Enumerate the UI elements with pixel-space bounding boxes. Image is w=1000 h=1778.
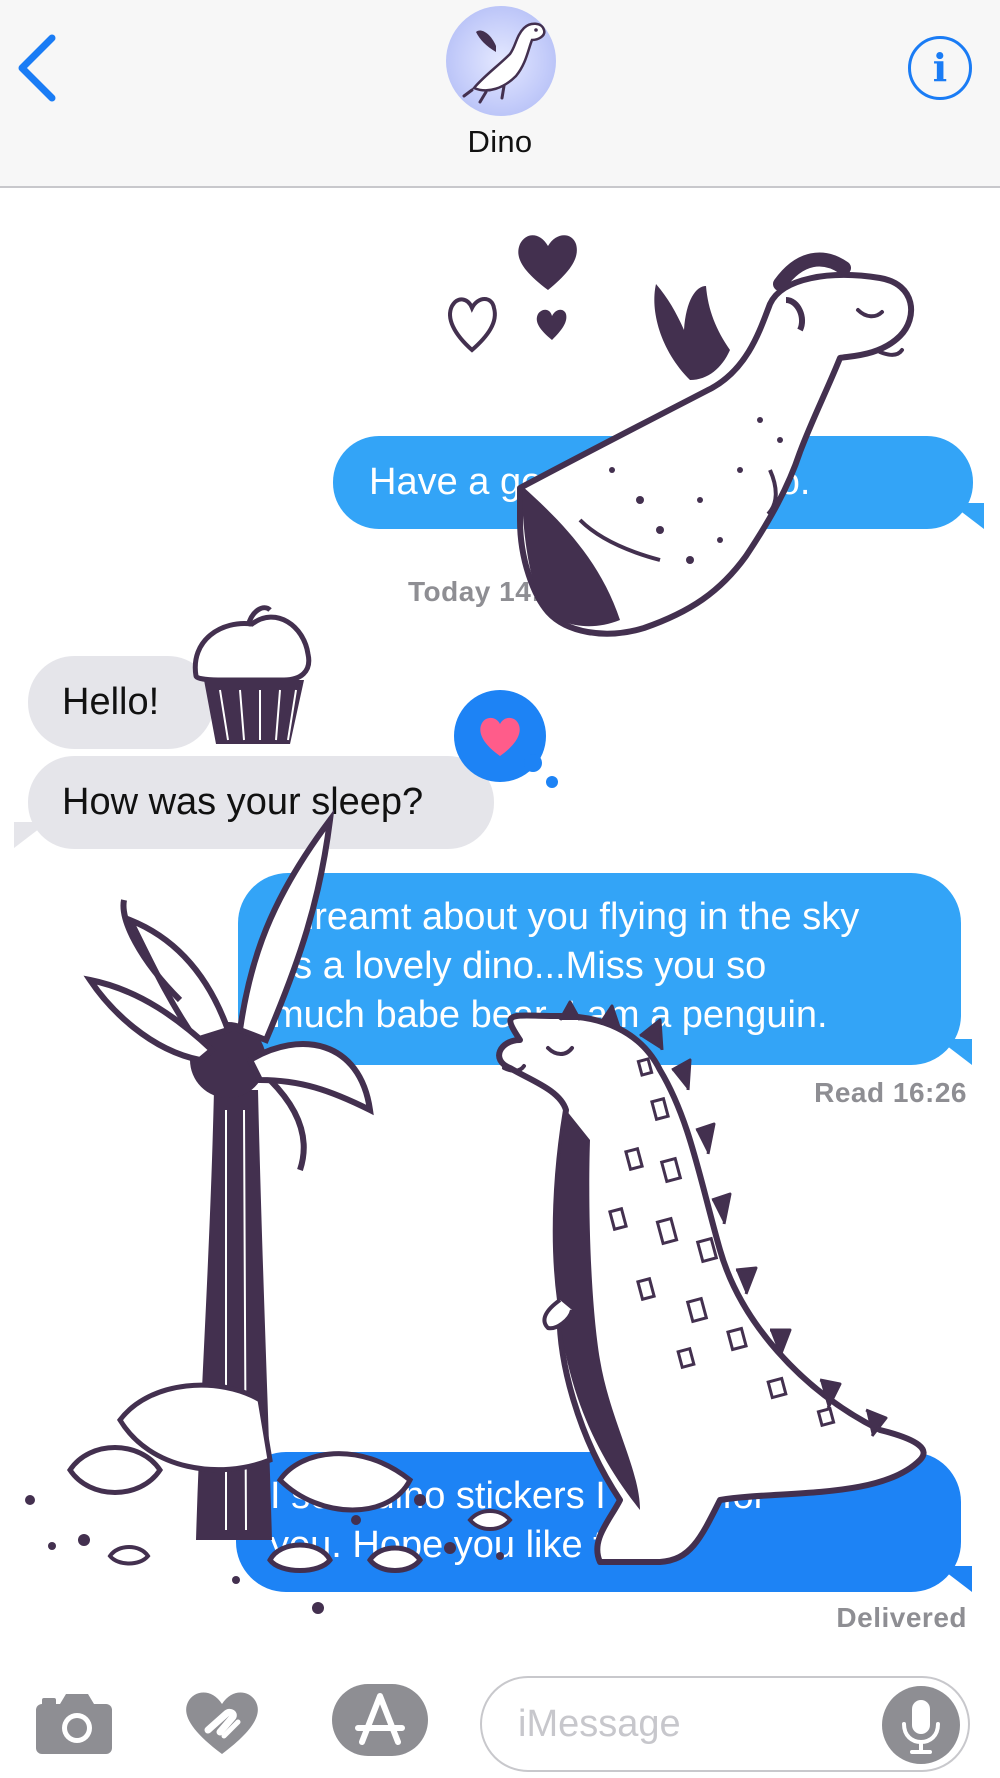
info-icon: i [932,45,948,90]
camera-button[interactable] [34,1692,114,1756]
message-composer [0,1640,1000,1778]
contact-avatar[interactable] [446,6,556,116]
microphone-icon [902,1700,940,1754]
message-bubble-received[interactable]: Hello! [28,656,214,749]
dino-avatar-icon [462,22,546,104]
bubble-tail [14,822,48,848]
bubble-tail [950,503,984,529]
imessage-field[interactable] [480,1676,970,1772]
message-text-line: I dreamt about you flying in the sky [272,896,860,938]
message-text-line: much babe bear, I am a penguin. [272,994,828,1036]
message-bubble-sent[interactable]: I dreamt about you flying in the sky as … [238,873,961,1065]
contact-name[interactable]: Dino [0,124,1000,160]
digital-touch-icon [186,1692,258,1754]
message-bubble-sent[interactable]: Have a good day my dino. [333,436,973,529]
app-store-icon [355,1693,405,1745]
tapback-tail-dot [546,776,558,788]
message-text: Hello! [62,681,160,723]
info-button[interactable]: i [908,36,972,100]
bubble-tail [938,1566,972,1592]
message-input[interactable] [516,1698,850,1750]
digital-touch-button[interactable] [180,1684,264,1756]
message-text: How was your sleep? [62,781,424,823]
message-text-line: you. Hope you like them. [270,1524,689,1566]
camera-icon [36,1694,112,1754]
microphone-button[interactable] [882,1686,960,1764]
message-bubble-received[interactable]: How was your sleep? [28,756,494,849]
message-bubble-sent[interactable]: I sent dino stickers I made for you. Hop… [236,1452,961,1592]
chevron-left-icon [18,34,56,102]
tapback-tail-dot [524,754,542,772]
hearts-sticker [448,235,577,353]
conversation-header: Dino i [0,0,1000,188]
cupcake-sticker [192,605,312,744]
message-text-line: I sent dino stickers I made for [270,1475,767,1517]
message-text: Have a good day my dino. [369,461,811,503]
delivery-status: Delivered [836,1602,967,1633]
message-timestamp: Today 14:25 [408,576,574,607]
read-receipt: Read 16:26 [814,1077,967,1108]
messages-app: Dino i Have a good day my dino. Today 14… [0,0,1000,1778]
bubble-tail [938,1039,972,1065]
message-text-line: as a lovely dino...Miss you so [272,945,767,987]
back-button[interactable] [10,30,70,110]
app-store-button[interactable] [332,1684,428,1756]
